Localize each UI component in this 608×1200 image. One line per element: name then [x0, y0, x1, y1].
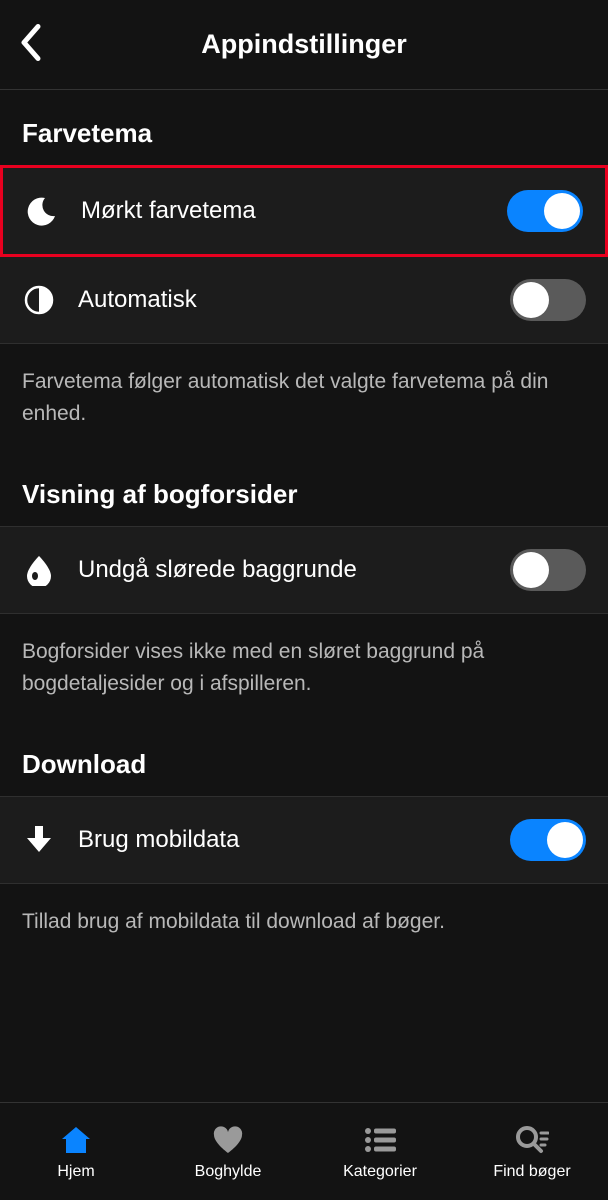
section-title-download: Download — [0, 721, 608, 796]
covers-description: Bogforsider vises ikke med en sløret bag… — [0, 614, 608, 721]
tab-home[interactable]: Hjem — [0, 1103, 152, 1200]
search-icon — [515, 1123, 549, 1157]
list-icon — [363, 1123, 397, 1157]
theme-description: Farvetema følger automatisk det valgte f… — [0, 344, 608, 451]
avoid-blur-row[interactable]: Undgå slørede baggrunde — [0, 526, 608, 614]
download-description: Tillad brug af mobildata til download af… — [0, 884, 608, 960]
section-title-theme: Farvetema — [0, 90, 608, 165]
page-title: Appindstillinger — [201, 29, 407, 60]
section-title-covers: Visning af bogforsider — [0, 451, 608, 526]
dark-theme-toggle[interactable] — [507, 190, 583, 232]
content: Farvetema Mørkt farvetema Automatisk Far… — [0, 90, 608, 1102]
tab-find[interactable]: Find bøger — [456, 1103, 608, 1200]
automatic-theme-toggle[interactable] — [510, 279, 586, 321]
tab-home-label: Hjem — [57, 1163, 94, 1181]
automatic-theme-row[interactable]: Automatisk — [0, 257, 608, 344]
tab-shelf[interactable]: Boghylde — [152, 1103, 304, 1200]
use-mobile-data-label: Brug mobildata — [78, 826, 488, 854]
avoid-blur-label: Undgå slørede baggrunde — [78, 556, 488, 584]
moon-icon — [25, 194, 59, 228]
tabbar: Hjem Boghylde Kategorier Find bøger — [0, 1102, 608, 1200]
home-icon — [59, 1123, 93, 1157]
chevron-left-icon — [18, 22, 42, 62]
use-mobile-data-toggle[interactable] — [510, 819, 586, 861]
tab-categories-label: Kategorier — [343, 1163, 417, 1181]
contrast-icon — [22, 283, 56, 317]
tab-shelf-label: Boghylde — [195, 1163, 262, 1181]
download-icon — [22, 823, 56, 857]
avoid-blur-toggle[interactable] — [510, 549, 586, 591]
back-button[interactable] — [18, 22, 42, 67]
heart-icon — [211, 1123, 245, 1157]
use-mobile-data-row[interactable]: Brug mobildata — [0, 796, 608, 884]
dark-theme-label: Mørkt farvetema — [81, 197, 485, 225]
tab-find-label: Find bøger — [493, 1163, 570, 1181]
automatic-theme-label: Automatisk — [78, 286, 488, 314]
dark-theme-row[interactable]: Mørkt farvetema — [0, 165, 608, 257]
droplet-icon — [22, 553, 56, 587]
tab-categories[interactable]: Kategorier — [304, 1103, 456, 1200]
header: Appindstillinger — [0, 0, 608, 90]
